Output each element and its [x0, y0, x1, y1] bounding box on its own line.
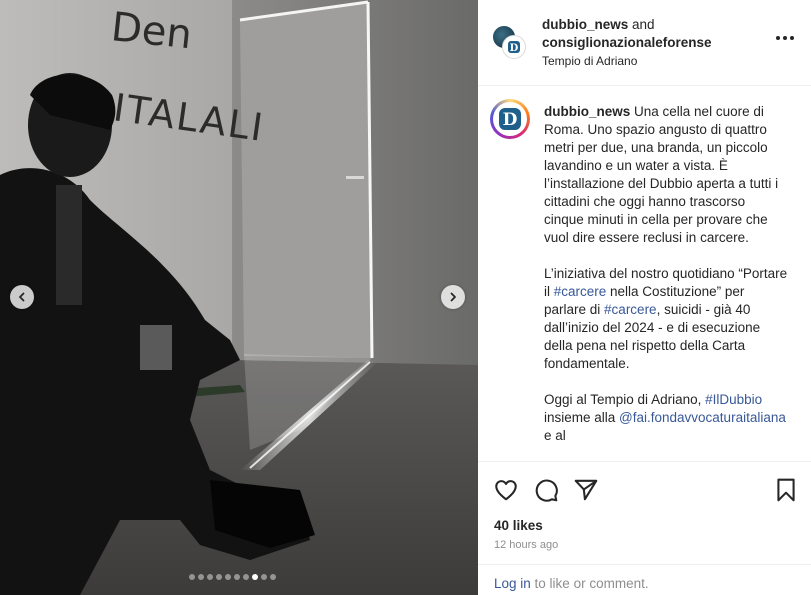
carousel-prev-button[interactable]: [10, 285, 34, 309]
hashtag-link[interactable]: #carcere: [554, 284, 607, 299]
login-link[interactable]: Log in: [494, 576, 531, 591]
heart-icon: [495, 480, 517, 501]
save-button[interactable]: [773, 477, 799, 503]
caption-scroll[interactable]: D dubbio_news Una cella nel cuore di Rom…: [478, 87, 811, 461]
hashtag-link[interactable]: #IlDubbio: [705, 392, 762, 407]
more-options-button[interactable]: [776, 36, 794, 40]
more-horizontal-icon: [776, 36, 780, 40]
post-authors: dubbio_news and consiglionazionaleforens…: [542, 16, 712, 52]
carousel-dot: [198, 574, 204, 580]
caption-paragraph: Una cella nel cuore di Roma. Uno spazio …: [544, 104, 779, 245]
comment-icon: [535, 479, 558, 502]
svg-text:D: D: [510, 43, 519, 54]
caption-avatar[interactable]: D: [490, 99, 530, 139]
caption-paragraph: Oggi al Tempio di Adriano,: [544, 392, 706, 407]
post-actions: 40 likes 12 hours ago Log in to like or …: [478, 461, 811, 595]
author-link[interactable]: consiglionazionaleforense: [542, 35, 712, 50]
collab-avatars[interactable]: D: [492, 25, 526, 59]
carousel-dot: [207, 574, 213, 580]
post-photo: Den ITALALI: [0, 0, 478, 595]
svg-text:D: D: [503, 110, 518, 130]
carousel-dot: [270, 574, 276, 580]
caption-paragraph: e al: [544, 428, 566, 443]
login-prompt: Log in to like or comment.: [494, 576, 649, 591]
like-button[interactable]: [493, 477, 519, 503]
carousel-next-button[interactable]: [441, 285, 465, 309]
avatar: D: [503, 36, 525, 58]
send-icon: [574, 479, 598, 501]
share-button[interactable]: [573, 477, 599, 503]
carousel-dot: [216, 574, 222, 580]
carousel-dot: [189, 574, 195, 580]
caption-username[interactable]: dubbio_news: [544, 104, 630, 119]
location-link[interactable]: Tempio di Adriano: [542, 54, 637, 68]
dubbio-logo-icon: D: [508, 41, 520, 54]
comment-bar: Log in to like or comment.: [478, 564, 811, 595]
carousel-dot: [261, 574, 267, 580]
post-header: D dubbio_news and consiglionazionalefore…: [478, 0, 811, 86]
like-count[interactable]: 40 likes: [494, 518, 543, 533]
graffiti-top: Den: [109, 4, 194, 58]
hashtag-link[interactable]: #carcere: [604, 302, 657, 317]
chevron-right-icon: [450, 292, 456, 302]
mention-link[interactable]: @fai.fondavvocaturaitaliana: [619, 410, 786, 425]
login-prompt-text: to like or comment.: [530, 576, 649, 591]
bookmark-icon: [777, 478, 795, 502]
post-side-panel: D dubbio_news and consiglionazionalefore…: [478, 0, 811, 595]
dubbio-logo-icon: D: [499, 108, 521, 130]
carousel-dot: [225, 574, 231, 580]
carousel-dot: [252, 574, 258, 580]
carousel-dot: [243, 574, 249, 580]
caption-paragraph: insieme alla: [544, 410, 620, 425]
carousel-dot: [234, 574, 240, 580]
post-timestamp[interactable]: 12 hours ago: [494, 539, 558, 551]
chevron-left-icon: [19, 292, 25, 302]
post-media[interactable]: Den ITALALI: [0, 0, 478, 595]
author-separator: and: [632, 17, 655, 32]
post-caption: dubbio_news Una cella nel cuore di Roma.…: [544, 103, 788, 445]
carousel-indicator: [189, 574, 276, 580]
author-link[interactable]: dubbio_news: [542, 17, 628, 32]
comment-button[interactable]: [533, 477, 559, 503]
